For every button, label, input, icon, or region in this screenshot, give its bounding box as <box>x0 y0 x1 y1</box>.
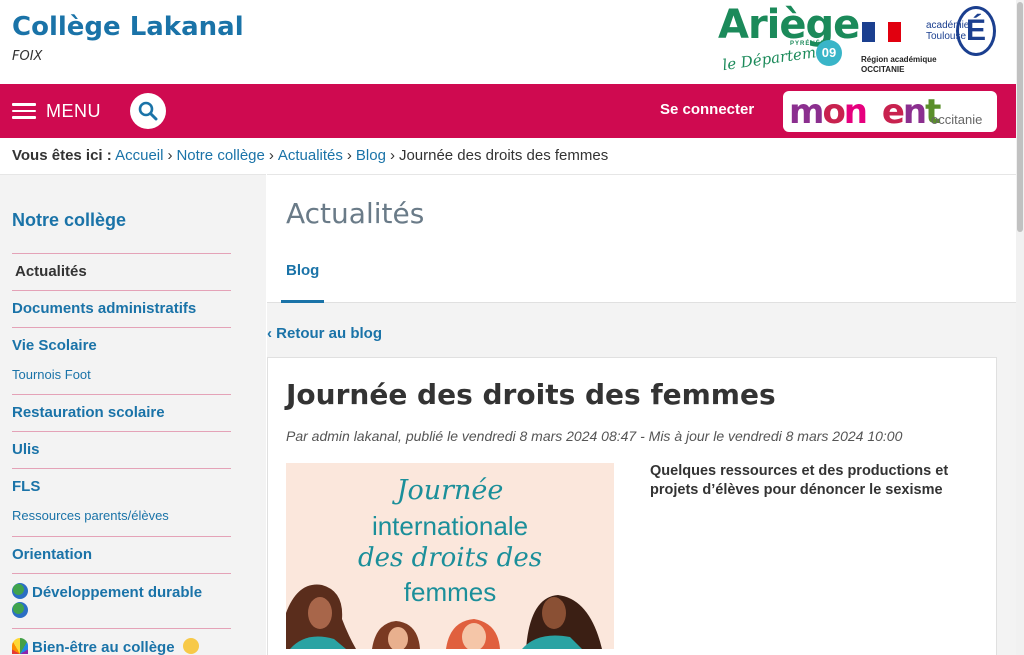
image-text-line: internationale <box>371 511 529 541</box>
globe-icon <box>12 602 28 618</box>
article-meta: Par admin lakanal, publié le vendredi 8 … <box>286 428 903 444</box>
article-image[interactable]: Journée internationale des droits des fe… <box>286 463 614 649</box>
article-card: Journée des droits des femmes Par admin … <box>267 357 997 655</box>
sidebar-item-label: Développement durable <box>32 584 203 601</box>
sidebar-title[interactable]: Notre collège <box>12 210 126 231</box>
main-nav-bar: MENU Se connecter mon ent occitanie <box>0 84 1016 138</box>
ariege-logo-number: 09 <box>816 40 842 66</box>
sidebar-item-label: Restauration scolaire <box>12 404 165 421</box>
sidebar-item-label: Orientation <box>12 546 93 563</box>
breadcrumb-link-notre-college[interactable]: Notre collège <box>176 147 264 164</box>
breadcrumb-separator: › <box>167 147 173 164</box>
breadcrumb-separator: › <box>389 147 395 164</box>
sidebar-item-label-wrap: Développement durable <box>12 583 231 621</box>
breadcrumb-link-actualites[interactable]: Actualités <box>278 147 343 164</box>
scrollbar-thumb[interactable] <box>1017 2 1023 232</box>
breadcrumb: Vous êtes ici : Accueil › Notre collège › Ac… <box>12 147 608 164</box>
page-title: Actualités <box>286 197 425 230</box>
breadcrumb-link-accueil[interactable]: Accueil <box>115 147 163 164</box>
section-header: Actualités Blog <box>267 175 1016 303</box>
site-subtitle: FOIX <box>12 49 43 64</box>
breadcrumb-separator: › <box>346 147 352 164</box>
academie-logo-letter: É <box>956 6 996 56</box>
back-to-blog-link[interactable]: ‹ Retour au blog <box>267 325 382 342</box>
article-intro: Quelques ressources et des productions e… <box>650 463 949 498</box>
sidebar-item-fls[interactable]: FLS Ressources parents/élèves <box>12 468 231 536</box>
breadcrumb-current: Journée des droits des femmes <box>398 147 609 164</box>
menu-button[interactable]: MENU <box>12 98 101 124</box>
region-logo-line2: OCCITANIE <box>861 65 905 74</box>
login-link[interactable]: Se connecter <box>660 101 754 118</box>
sidebar-item-vie-scolaire[interactable]: Vie Scolaire Tournois Foot <box>12 327 231 394</box>
tab-blog[interactable]: Blog <box>281 261 325 303</box>
page-scrollbar[interactable] <box>1016 0 1024 655</box>
sidebar-item-label: Actualités <box>15 263 87 280</box>
sidebar-item-label: Documents administratifs <box>12 300 197 317</box>
breadcrumb-link-blog[interactable]: Blog <box>356 147 386 164</box>
rainbow-icon <box>12 638 28 654</box>
hamburger-icon <box>12 103 36 119</box>
tab-blog-label: Blog <box>286 262 320 279</box>
sidebar-item-orientation[interactable]: Orientation <box>12 536 231 573</box>
search-button[interactable] <box>130 93 166 129</box>
main-content: Actualités Blog ‹ Retour au blog Journée… <box>267 174 1016 655</box>
image-text-line: Journée <box>396 475 504 506</box>
globe-icon <box>12 583 28 599</box>
sidebar-item-actualites[interactable]: Actualités <box>12 253 231 290</box>
sidebar-item-ulis[interactable]: Ulis <box>12 431 231 468</box>
sidebar: Notre collège Actualités Documents admin… <box>0 174 266 655</box>
sidebar-item-restauration[interactable]: Restauration scolaire <box>12 394 231 431</box>
sidebar-item-documents[interactable]: Documents administratifs <box>12 290 231 327</box>
sidebar-item-bien-etre[interactable]: Bien-être au collège <box>12 628 231 655</box>
mon-ent-region: occitanie <box>931 112 983 127</box>
svg-text:mon ent: mon ent <box>789 92 941 132</box>
sidebar-item-label: Bien-être au collège <box>32 639 175 655</box>
smiling-face-icon <box>182 638 199 654</box>
sidebar-subitem-ressources[interactable]: Ressources parents/élèves <box>12 508 231 524</box>
women-illustration <box>286 584 602 649</box>
site-title[interactable]: Collège Lakanal <box>12 12 244 42</box>
mon-ent-logo-link[interactable]: mon ent occitanie <box>783 91 997 132</box>
sidebar-menu: Actualités Documents administratifs Vie … <box>12 253 231 655</box>
sidebar-item-label: Vie Scolaire <box>12 337 97 354</box>
academie-toulouse-logo[interactable]: académie Toulouse É <box>920 2 1000 62</box>
menu-label: MENU <box>46 100 101 121</box>
ariege-department-logo[interactable]: Ariège PYRÉNÉES le Département 09 <box>716 2 860 76</box>
sidebar-subitem-tournois-foot[interactable]: Tournois Foot <box>12 367 231 383</box>
breadcrumb-label: Vous êtes ici : <box>12 147 112 164</box>
breadcrumb-separator: › <box>268 147 274 164</box>
sidebar-item-developpement-durable[interactable]: Développement durable <box>12 573 231 628</box>
article-title: Journée des droits des femmes <box>286 378 776 411</box>
image-text-line: des droits des <box>357 543 543 573</box>
french-flag-icon <box>862 22 902 42</box>
site-header: Collège Lakanal FOIX Ariège PYRÉNÉES le … <box>0 0 1016 84</box>
sidebar-item-label-wrap: Bien-être au collège <box>12 638 231 655</box>
sidebar-item-label: Ulis <box>12 441 40 458</box>
sidebar-item-label: FLS <box>12 478 41 495</box>
search-icon <box>138 101 158 121</box>
